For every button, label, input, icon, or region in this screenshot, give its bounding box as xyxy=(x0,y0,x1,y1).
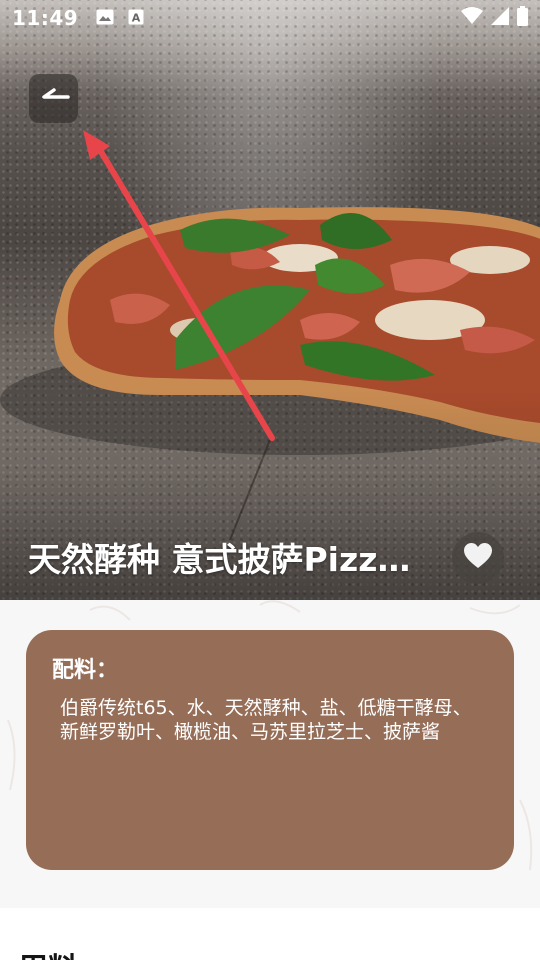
ingredients-card: 配料： 伯爵传统t65、水、天然酵种、盐、低糖干酵母、新鲜罗勒叶、橄榄油、马苏里… xyxy=(26,630,514,870)
recipe-title: 天然酵种 意式披萨Pizz… xyxy=(28,540,411,579)
svg-text:A: A xyxy=(132,12,141,25)
ingredients-title: 配料： xyxy=(52,658,119,683)
heart-icon xyxy=(464,543,492,573)
hero-image xyxy=(0,0,540,600)
battery-icon xyxy=(517,5,528,31)
section-heading: 用料 xyxy=(18,944,78,960)
back-button[interactable] xyxy=(29,74,78,123)
wifi-icon xyxy=(461,6,483,30)
back-arrow-icon xyxy=(38,87,70,111)
status-bar: 11:49 A xyxy=(0,0,540,36)
a-notification-icon: A xyxy=(128,6,144,30)
ingredients-section: 配料： 伯爵传统t65、水、天然酵种、盐、低糖干酵母、新鲜罗勒叶、橄榄油、马苏里… xyxy=(0,600,540,908)
signal-icon xyxy=(491,6,509,30)
ingredients-text: 伯爵传统t65、水、天然酵种、盐、低糖干酵母、新鲜罗勒叶、橄榄油、马苏里拉芝士、… xyxy=(60,697,472,743)
status-time: 11:49 xyxy=(12,6,79,30)
materials-section: 用料 xyxy=(0,908,540,960)
favorite-button[interactable] xyxy=(452,532,504,584)
hero-vignette xyxy=(0,0,540,600)
image-icon xyxy=(96,6,114,30)
recipe-detail-screen: 11:49 A 天然酵种 意式披萨Pizz… 配料： 伯爵传统t65、水、天然酵… xyxy=(0,0,540,960)
